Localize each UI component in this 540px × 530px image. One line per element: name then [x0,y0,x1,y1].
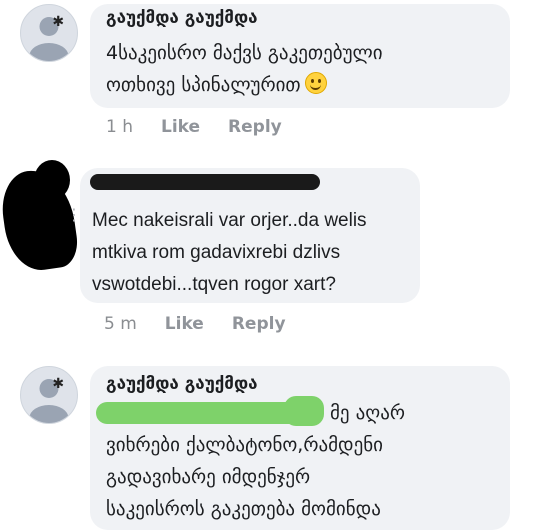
comment-text-line: vswotdebi...tqven rogor xart? [92,274,336,295]
comment-text-line: Mec nakeisrali var orjer..da welis [92,210,367,231]
reply-button[interactable]: Reply [228,117,282,137]
comment-text-line: ოთხივე სპინალურით [106,70,327,101]
comment-text-line: საკეისროს გაკეთება მომინდა [106,498,381,520]
more-options-icon[interactable]: ⋮ [66,205,82,224]
avatar[interactable]: ✱ [20,366,78,424]
timestamp: 1 h [106,117,133,137]
comment-text-line: მე აღარ [330,402,405,424]
smiley-emoji-icon [304,72,327,94]
comment-text: ოთხივე სპინალურით [106,74,301,96]
redacted-name-highlight [284,396,324,426]
comment-meta: 5 m Like Reply [104,314,314,334]
like-button[interactable]: Like [161,117,200,137]
timestamp: 5 m [104,314,137,334]
fly-icon: ✱ [52,376,65,393]
comment-text-line: ვიხრები ქალბატონო,რამდენი [106,434,383,456]
comment-author[interactable]: გაუქმდა გაუქმდა [106,8,258,28]
comment-meta: 1 h Like Reply [106,117,310,137]
comment-text-line: გადავიხარე იმდენჯერ [106,466,311,488]
avatar-body-shape [29,405,69,423]
avatar-body-shape [29,43,69,61]
like-button[interactable]: Like [165,314,204,334]
comment-text-line: mtkiva rom gadavixrebi dzlivs [92,242,341,263]
fly-icon: ✱ [52,14,65,31]
reply-button[interactable]: Reply [232,314,286,334]
comment-author[interactable]: გაუქმდა გაუქმდა [106,374,258,394]
avatar[interactable]: ✱ [20,4,78,62]
comment-text-line: 4საკეისრო მაქვს გაკეთებული [106,42,383,64]
redacted-avatar-part [34,160,70,200]
